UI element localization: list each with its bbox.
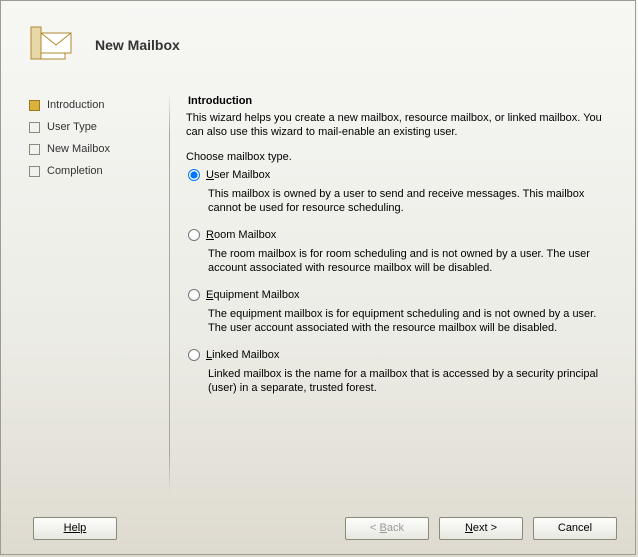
- option-room-mailbox-label: Room Mailbox: [206, 229, 276, 241]
- wizard-title: New Mailbox: [95, 37, 180, 53]
- option-user-mailbox-row[interactable]: User Mailbox: [186, 169, 611, 181]
- option-linked-mailbox-label: Linked Mailbox: [206, 349, 279, 361]
- radio-room-mailbox[interactable]: [188, 229, 200, 241]
- step-label: Introduction: [47, 99, 104, 111]
- back-button[interactable]: < Back: [345, 517, 429, 540]
- step-introduction: Introduction: [29, 99, 169, 111]
- option-equipment-mailbox-label: Equipment Mailbox: [206, 289, 300, 301]
- wizard-footer: Help < Back Next > Cancel: [1, 502, 635, 554]
- step-label: Completion: [47, 165, 103, 177]
- wizard-sidebar: Introduction User Type New Mailbox Compl…: [29, 85, 169, 502]
- wizard-content: Introduction This wizard helps you creat…: [170, 85, 617, 502]
- option-room-mailbox: Room Mailbox The room mailbox is for roo…: [186, 229, 611, 275]
- option-equipment-mailbox-row[interactable]: Equipment Mailbox: [186, 289, 611, 301]
- option-user-mailbox: User Mailbox This mailbox is owned by a …: [186, 169, 611, 215]
- option-user-mailbox-desc: This mailbox is owned by a user to send …: [208, 187, 611, 215]
- content-intro-text: This wizard helps you create a new mailb…: [186, 111, 611, 139]
- step-label: User Type: [47, 121, 97, 133]
- option-linked-mailbox: Linked Mailbox Linked mailbox is the nam…: [186, 349, 611, 395]
- choose-mailbox-label: Choose mailbox type.: [186, 151, 611, 163]
- option-equipment-mailbox-desc: The equipment mailbox is for equipment s…: [208, 307, 611, 335]
- radio-linked-mailbox[interactable]: [188, 349, 200, 361]
- radio-equipment-mailbox[interactable]: [188, 289, 200, 301]
- radio-user-mailbox[interactable]: [188, 169, 200, 181]
- next-button[interactable]: Next >: [439, 517, 523, 540]
- wizard-header: New Mailbox: [1, 1, 635, 85]
- option-user-mailbox-label: User Mailbox: [206, 169, 270, 181]
- option-linked-mailbox-row[interactable]: Linked Mailbox: [186, 349, 611, 361]
- option-equipment-mailbox: Equipment Mailbox The equipment mailbox …: [186, 289, 611, 335]
- step-new-mailbox: New Mailbox: [29, 143, 169, 155]
- content-heading: Introduction: [188, 95, 611, 107]
- step-user-type: User Type: [29, 121, 169, 133]
- option-linked-mailbox-desc: Linked mailbox is the name for a mailbox…: [208, 367, 611, 395]
- step-completion: Completion: [29, 165, 169, 177]
- cancel-button[interactable]: Cancel: [533, 517, 617, 540]
- mailbox-icon: [29, 25, 77, 65]
- step-indicator-icon: [29, 166, 40, 177]
- step-indicator-icon: [29, 144, 40, 155]
- option-room-mailbox-row[interactable]: Room Mailbox: [186, 229, 611, 241]
- wizard-body: Introduction User Type New Mailbox Compl…: [1, 85, 635, 502]
- help-button[interactable]: Help: [33, 517, 117, 540]
- option-room-mailbox-desc: The room mailbox is for room scheduling …: [208, 247, 611, 275]
- step-indicator-icon: [29, 100, 40, 111]
- step-label: New Mailbox: [47, 143, 110, 155]
- wizard-window: New Mailbox Introduction User Type New M…: [0, 0, 636, 555]
- step-indicator-icon: [29, 122, 40, 133]
